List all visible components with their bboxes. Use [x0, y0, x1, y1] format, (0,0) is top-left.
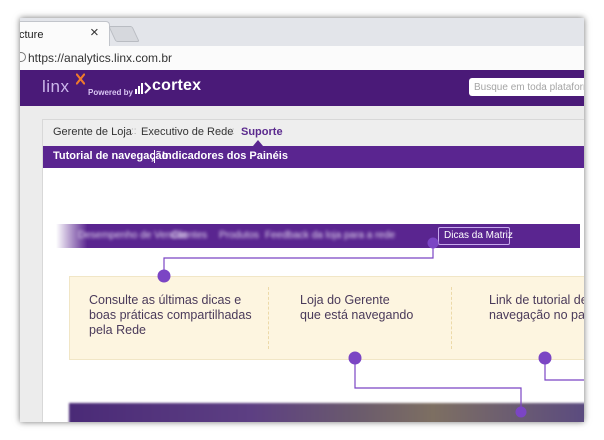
- top-nav: Gerente de Loja :: Executivo de Rede :: …: [43, 120, 584, 147]
- menu-item-feedback[interactable]: Feedback da loja para a rede: [265, 230, 395, 241]
- menu-item-clientes[interactable]: Clientes: [171, 230, 207, 241]
- nav-item-gerente-de-loja[interactable]: Gerente de Loja: [53, 126, 132, 138]
- sub-nav: Tutorial de navegação Indicadores dos Pa…: [43, 146, 584, 168]
- menu-item-dicas-label: Dicas da Matriz: [444, 230, 513, 241]
- search-input[interactable]: [469, 78, 584, 96]
- subnav-item-tutorial[interactable]: Tutorial de navegação: [53, 150, 168, 162]
- subnav-divider: [154, 150, 155, 163]
- linx-logo-text: linx: [42, 77, 70, 96]
- cortex-brand: cortex: [152, 77, 202, 94]
- subnav-item-indicadores[interactable]: Indicadores dos Painéis: [162, 150, 288, 162]
- page-content: Gerente de Loja :: Executivo de Rede :: …: [20, 106, 584, 422]
- browser-tab-strip: cture ×: [20, 18, 584, 47]
- linx-x-icon: [76, 73, 85, 85]
- lock-icon: [20, 52, 26, 62]
- browser-tab-title: cture: [20, 29, 44, 41]
- browser-window: cture × https://analytics.linx.com.br li…: [20, 18, 584, 422]
- powered-by-label: Powered by: [88, 88, 133, 97]
- url-text[interactable]: https://analytics.linx.com.br: [28, 51, 172, 65]
- menu-item-produtos[interactable]: Produtos: [219, 230, 259, 241]
- callout-box: Consulte as últimas dicas e boas prática…: [69, 276, 584, 360]
- browser-tab[interactable]: cture ×: [20, 21, 110, 46]
- callout-divider: [268, 287, 270, 349]
- nav-item-suporte[interactable]: Suporte: [241, 126, 283, 138]
- callout-dicas: Consulte as últimas dicas e boas prática…: [89, 293, 252, 337]
- nav-separator: ::: [131, 126, 137, 137]
- address-bar[interactable]: https://analytics.linx.com.br: [20, 46, 584, 71]
- dashboard-menu-bar: Desempenho de Vendas Clientes Produtos F…: [56, 224, 580, 248]
- callout-loja: Loja do Gerente que está navegando: [300, 293, 414, 322]
- nav-separator: ::: [229, 126, 235, 137]
- content-panel: Gerente de Loja :: Executivo de Rede :: …: [42, 119, 584, 422]
- callout-divider: [451, 287, 453, 349]
- cortex-mark-icon: [135, 82, 151, 94]
- new-tab-button[interactable]: [108, 26, 140, 42]
- close-icon[interactable]: ×: [90, 25, 99, 41]
- callout-tutorial: Link de tutorial de navegação no painel: [489, 293, 584, 322]
- menu-item-dicas-da-matriz[interactable]: Dicas da Matriz: [438, 227, 513, 245]
- nav-item-executivo-de-rede[interactable]: Executivo de Rede: [141, 126, 233, 138]
- site-header: linx Powered by cortex: [20, 70, 584, 106]
- dashboard-preview-image: [69, 403, 584, 422]
